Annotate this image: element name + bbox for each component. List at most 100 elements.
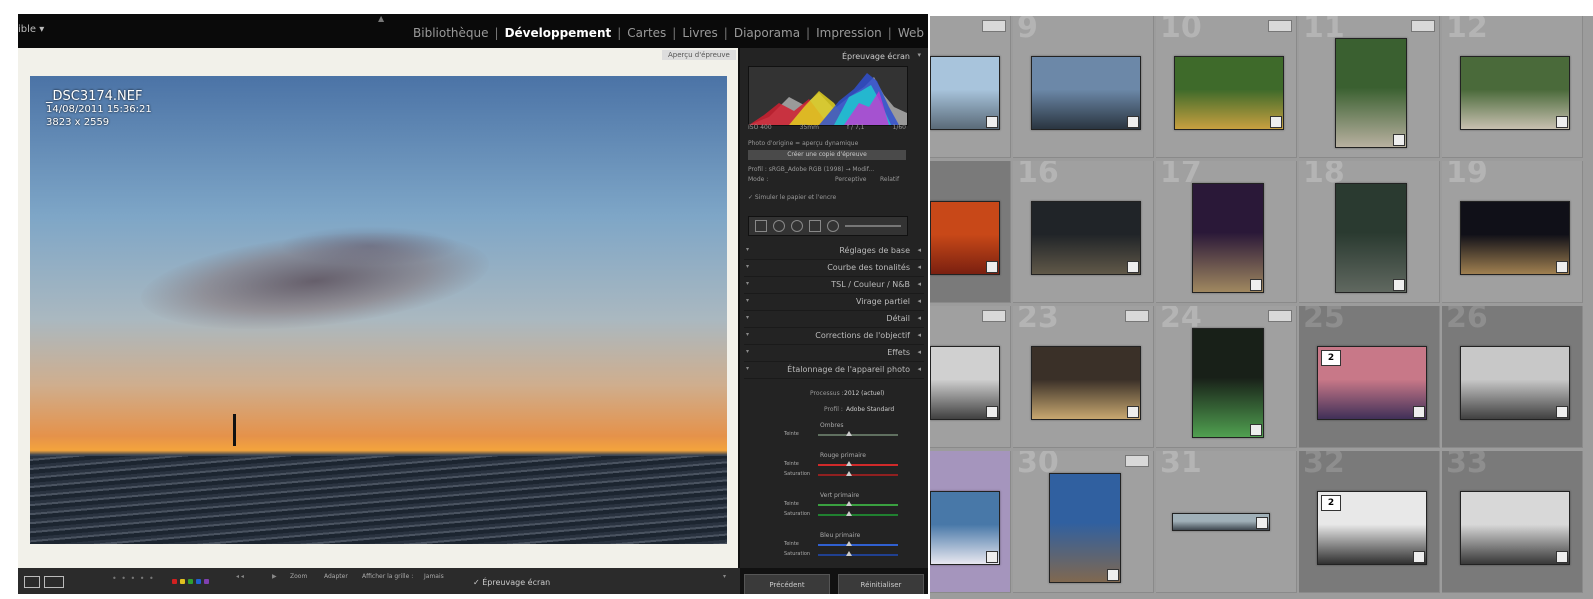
develop-adjusted-badge-icon[interactable] <box>1556 261 1568 273</box>
graduated-filter-tool-icon[interactable] <box>809 220 821 232</box>
module-6[interactable]: Web <box>898 26 924 40</box>
develop-adjusted-badge-icon[interactable] <box>1127 116 1139 128</box>
photo-thumbnail[interactable] <box>1192 183 1264 293</box>
metadata-flag-icon[interactable] <box>982 20 1006 32</box>
loupe-view-icon[interactable] <box>24 576 40 588</box>
grid-cell[interactable]: 24 <box>1156 306 1297 448</box>
photo-thumbnail[interactable] <box>1031 346 1141 420</box>
develop-adjusted-badge-icon[interactable] <box>1250 279 1262 291</box>
photo-thumbnail[interactable] <box>1192 328 1264 438</box>
module-1[interactable]: Développement <box>505 26 612 40</box>
calibration-slider[interactable] <box>818 461 898 466</box>
spot-removal-tool-icon[interactable] <box>773 220 785 232</box>
slider-handle[interactable] <box>846 541 852 546</box>
simulate-paper-checkbox[interactable]: ✓ Simuler le papier et l'encre <box>748 194 836 201</box>
develop-adjusted-badge-icon[interactable] <box>1270 116 1282 128</box>
develop-adjusted-badge-icon[interactable] <box>1127 406 1139 418</box>
proof-mode-relative[interactable]: Relatif <box>880 176 899 183</box>
stack-count-badge[interactable]: 2 <box>1321 495 1341 511</box>
develop-adjusted-badge-icon[interactable] <box>986 116 998 128</box>
collapse-triangle-icon[interactable]: ◂ <box>917 246 921 254</box>
reset-button[interactable]: Réinitialiser <box>838 574 924 594</box>
module-3[interactable]: Livres <box>682 26 717 40</box>
proof-profile-select[interactable]: Profil : sRGB_Adobe RGB (1998) → Modif..… <box>748 166 874 173</box>
grid-cell[interactable]: 26 <box>1442 306 1583 448</box>
expand-triangle-icon[interactable]: ▾ <box>746 297 749 304</box>
calibration-slider[interactable] <box>818 431 898 436</box>
module-5[interactable]: Impression <box>816 26 882 40</box>
proof-mode-perceptual[interactable]: Perceptive <box>835 176 867 183</box>
expand-triangle-icon[interactable]: ▾ <box>746 331 749 338</box>
slider-handle[interactable] <box>846 471 852 476</box>
metadata-flag-icon[interactable] <box>1268 20 1292 32</box>
module-2[interactable]: Cartes <box>627 26 666 40</box>
calibration-slider[interactable] <box>818 541 898 546</box>
expand-triangle-icon[interactable]: ▾ <box>746 314 749 321</box>
softproof-panel-header[interactable]: Épreuvage écran ▾ <box>744 50 924 64</box>
develop-panel-header[interactable]: ▾ Détail ◂ <box>744 312 924 328</box>
grid-cell[interactable]: 16 <box>1013 161 1154 303</box>
identity-plate[interactable]: ible ▾ <box>18 24 44 35</box>
develop-panel-header[interactable]: ▾ Réglages de base ◂ <box>744 244 924 260</box>
develop-adjusted-badge-icon[interactable] <box>1556 116 1568 128</box>
calibration-profile-select[interactable]: Adobe Standard <box>846 406 894 413</box>
metadata-flag-icon[interactable] <box>1125 310 1149 322</box>
star-rating[interactable]: • • • • • <box>112 574 155 583</box>
metadata-flag-icon[interactable] <box>982 310 1006 322</box>
collapse-triangle-icon[interactable]: ◂ <box>917 314 921 322</box>
color-label-swatch[interactable] <box>172 579 177 584</box>
previous-settings-button[interactable]: Précédent <box>744 574 830 594</box>
grid-cell[interactable]: 11 <box>1299 16 1440 158</box>
prev-photo-icon[interactable]: ◂ ◂ <box>236 573 244 580</box>
develop-adjusted-badge-icon[interactable] <box>1556 406 1568 418</box>
color-label-swatch[interactable] <box>196 579 201 584</box>
play-icon[interactable]: ▶ <box>272 573 277 580</box>
expand-triangle-icon[interactable]: ▾ <box>746 365 749 372</box>
grid-cell[interactable]: 19 <box>1442 161 1583 303</box>
fit-label[interactable]: Adapter <box>324 573 348 580</box>
color-label-swatch[interactable] <box>180 579 185 584</box>
histogram[interactable] <box>748 66 908 126</box>
toolbar-menu-chevron-icon[interactable]: ▾ <box>723 573 726 580</box>
develop-panel-header[interactable]: ▾ TSL / Couleur / N&B ◂ <box>744 278 924 294</box>
develop-panel-header[interactable]: ▾ Virage partiel ◂ <box>744 295 924 311</box>
grid-cell[interactable] <box>930 306 1011 448</box>
develop-adjusted-badge-icon[interactable] <box>1127 261 1139 273</box>
develop-adjusted-badge-icon[interactable] <box>986 551 998 563</box>
metadata-flag-icon[interactable] <box>1268 310 1292 322</box>
stack-count-badge[interactable]: 2 <box>1321 350 1341 366</box>
create-proof-copy-button[interactable]: Créer une copie d'épreuve <box>748 150 906 160</box>
photo-thumbnail[interactable] <box>1335 183 1407 293</box>
develop-panel-header[interactable]: ▾ Corrections de l'objectif ◂ <box>744 329 924 345</box>
photo-thumbnail[interactable] <box>1049 473 1121 583</box>
slider-handle[interactable] <box>846 431 852 436</box>
grid-cell[interactable]: 25 2 <box>1299 306 1440 448</box>
expand-triangle-icon[interactable]: ▾ <box>746 280 749 287</box>
grid-cell[interactable]: 18 <box>1299 161 1440 303</box>
grid-cell[interactable]: 12 <box>1442 16 1583 158</box>
develop-panel-header[interactable]: ▾ Étalonnage de l'appareil photo ◂ <box>744 363 924 379</box>
collapse-triangle-icon[interactable]: ◂ <box>917 280 921 288</box>
slider-handle[interactable] <box>846 551 852 556</box>
slider-handle[interactable] <box>846 511 852 516</box>
grid-cell[interactable]: 10 <box>1156 16 1297 158</box>
metadata-flag-icon[interactable] <box>1125 455 1149 467</box>
main-photo[interactable]: _DSC3174.NEF 14/08/2011 15:36:21 3823 x … <box>30 76 727 544</box>
grid-overlay-select[interactable]: Jamais <box>424 573 444 580</box>
softproof-checkbox[interactable]: ✓ Épreuvage écran <box>473 578 550 587</box>
grid-cell[interactable]: 30 <box>1013 451 1154 593</box>
metadata-flag-icon[interactable] <box>1411 20 1435 32</box>
red-eye-tool-icon[interactable] <box>791 220 803 232</box>
develop-adjusted-badge-icon[interactable] <box>986 406 998 418</box>
grid-cell[interactable] <box>930 16 1011 158</box>
collapse-triangle-icon[interactable]: ◂ <box>917 297 921 305</box>
module-0[interactable]: Bibliothèque <box>413 26 489 40</box>
collapse-triangle-icon[interactable]: ◂ <box>917 365 921 373</box>
crop-tool-icon[interactable] <box>755 220 767 232</box>
grid-cell[interactable]: 9 <box>1013 16 1154 158</box>
develop-adjusted-badge-icon[interactable] <box>1256 517 1268 529</box>
develop-adjusted-badge-icon[interactable] <box>1393 279 1405 291</box>
module-4[interactable]: Diaporama <box>734 26 800 40</box>
panel-collapse-arrow-icon[interactable]: ▲ <box>378 14 384 23</box>
process-select[interactable]: 2012 (actuel) <box>844 390 884 397</box>
